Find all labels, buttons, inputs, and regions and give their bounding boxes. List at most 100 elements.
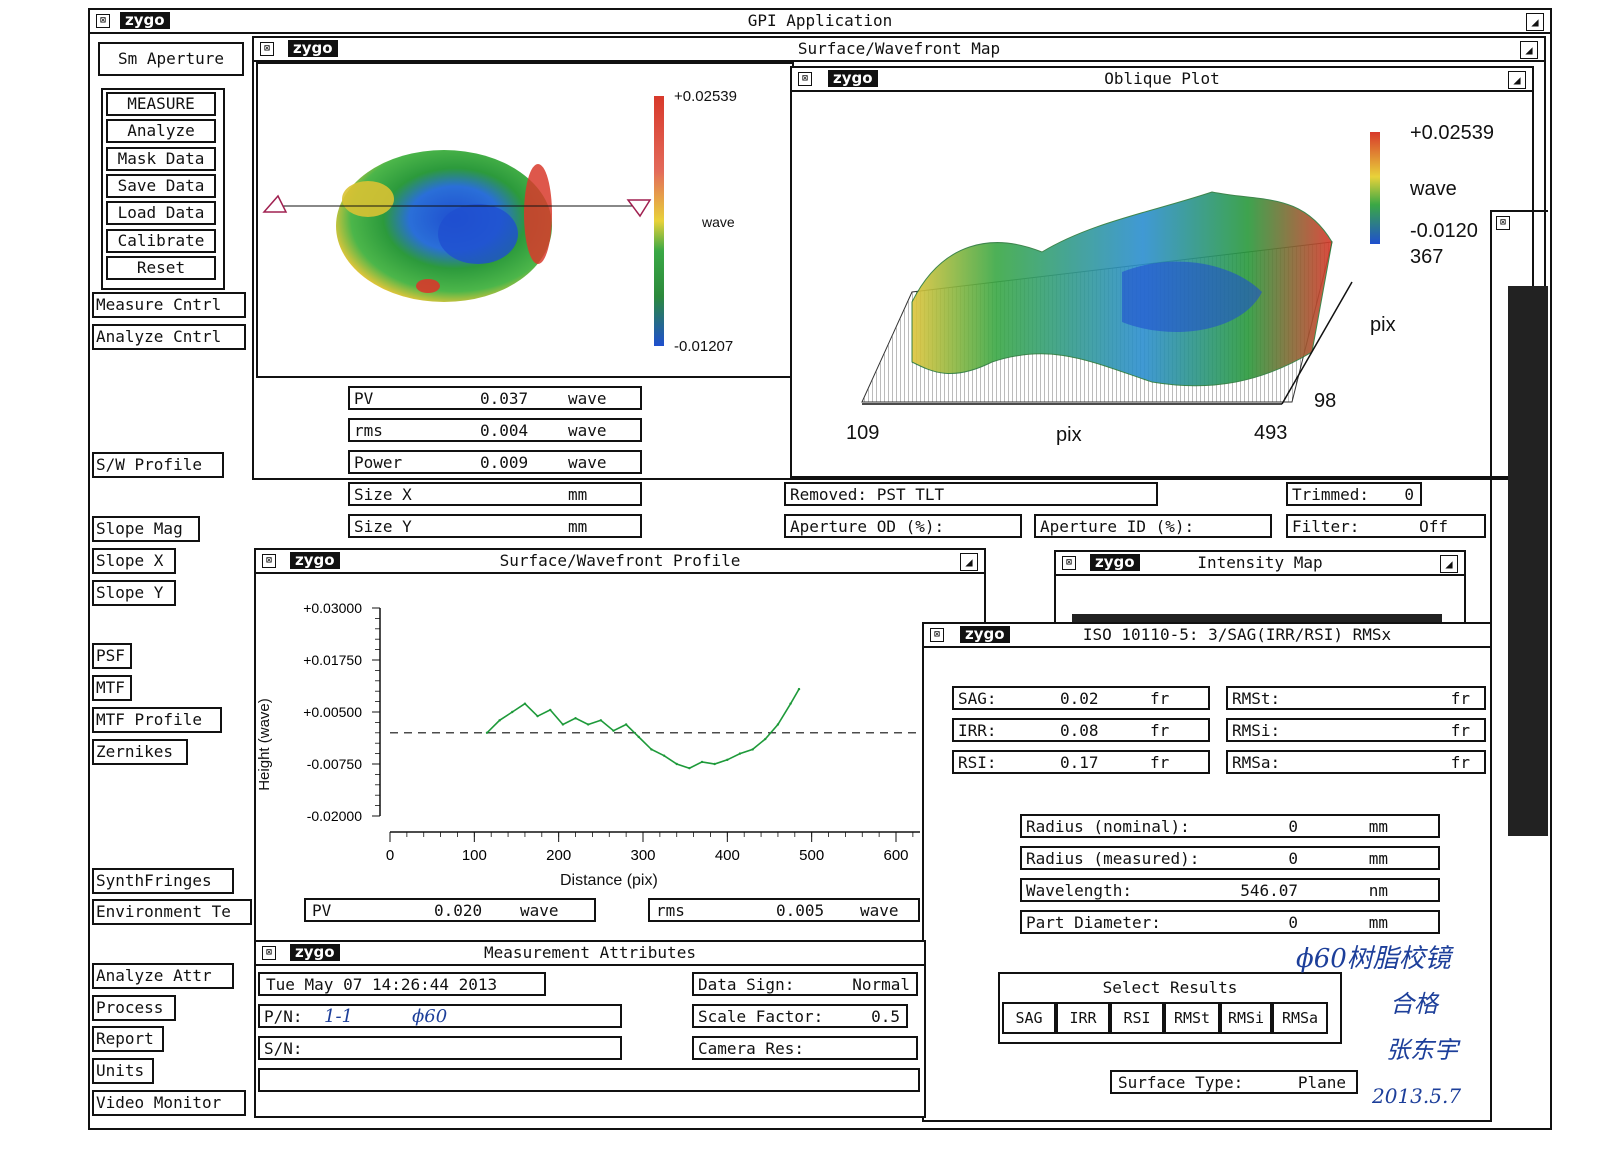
select-results-title: Select Results [1102, 978, 1238, 997]
intensity-title: Intensity Map [1197, 553, 1323, 572]
scale-factor-field: Scale Factor: 0.5 [692, 1004, 908, 1028]
result-unit: wave [568, 421, 607, 440]
pn-field[interactable]: P/N: 1-1 ϕ60 [258, 1004, 622, 1028]
trimmed-field: Trimmed: 0 [1286, 482, 1422, 506]
select-rmsa-button[interactable]: RMSa [1272, 1002, 1328, 1034]
report-button[interactable]: Report [92, 1026, 164, 1052]
window-resize-icon[interactable]: ◢ [960, 553, 978, 571]
aperture-id-field: Aperture ID (%): [1034, 514, 1272, 538]
iso-param-label: Radius (nominal): [1026, 817, 1190, 836]
intensity-titlebar: ⊠ zygo Intensity Map ◢ [1056, 552, 1464, 576]
result-value: 0.037 [480, 389, 529, 408]
iso-param-field: Wavelength: 546.07 nm [1020, 878, 1440, 902]
slope-mag-button[interactable]: Slope Mag [92, 516, 200, 542]
sidebar-button-mask-data[interactable]: Mask Data [106, 146, 216, 171]
iso-row-label: RMSa: [1232, 753, 1281, 772]
profile-series-line [486, 688, 800, 770]
oblique-plot-window: ⊠ zygo Oblique Plot ◢ +0.02539 wave -0.0… [790, 66, 1534, 478]
profile-titlebar: ⊠ zygo Surface/Wavefront Profile ◢ [256, 550, 984, 574]
window-menu-icon[interactable]: ⊠ [262, 554, 276, 568]
zygo-logo: zygo [828, 70, 878, 87]
window-menu-icon[interactable]: ⊠ [1062, 556, 1076, 570]
camera-res-field: Camera Res: [692, 1036, 918, 1060]
aperture-od-field: Aperture OD (%): [784, 514, 1022, 538]
filter-field: Filter: Off [1286, 514, 1486, 538]
psf-button[interactable]: PSF [92, 643, 132, 669]
profile-data-point [776, 723, 780, 726]
iso-row-unit: fr [1150, 753, 1170, 772]
window-menu-icon[interactable]: ⊠ [96, 14, 110, 28]
result-unit: wave [568, 389, 607, 408]
window-resize-icon[interactable]: ◢ [1508, 71, 1526, 89]
profile-data-point [637, 735, 640, 739]
select-irr-button[interactable]: IRR [1056, 1002, 1110, 1034]
window-menu-icon[interactable]: ⊠ [262, 946, 276, 960]
surface-type-field[interactable]: Surface Type: Plane [1110, 1070, 1358, 1094]
select-rsi-button[interactable]: RSI [1110, 1002, 1164, 1034]
environment-button[interactable]: Environment Te [92, 899, 252, 925]
profile-data-point [536, 714, 539, 718]
result-label: PV [354, 389, 374, 408]
sidebar-button-measure[interactable]: MEASURE [106, 92, 216, 116]
iso-param-value: 0 [1288, 849, 1298, 868]
sidebar-button-reset[interactable]: Reset [106, 255, 216, 280]
slope-y-button[interactable]: Slope Y [92, 580, 176, 606]
video-monitor-button[interactable]: Video Monitor [92, 1090, 246, 1116]
slope-x-button[interactable]: Slope X [92, 548, 176, 574]
sm-aperture-button[interactable]: Sm Aperture [98, 42, 244, 76]
iso-sag-field: SAG: 0.02 fr [952, 686, 1210, 710]
cut-end-marker-icon[interactable] [626, 199, 652, 218]
iso-param-field: Radius (measured): 0 mm [1020, 846, 1440, 870]
zernikes-button[interactable]: Zernikes [92, 739, 188, 765]
window-resize-icon[interactable]: ◢ [1526, 13, 1544, 31]
process-button[interactable]: Process [92, 995, 176, 1021]
profile-data-point [789, 702, 792, 705]
zygo-logo: zygo [290, 944, 340, 961]
select-rmst-button[interactable]: RMSt [1164, 1002, 1220, 1034]
units-button[interactable]: Units [92, 1058, 154, 1084]
zygo-logo: zygo [960, 626, 1010, 643]
profile-data-point [586, 723, 590, 726]
window-menu-icon[interactable]: ⊠ [798, 72, 812, 86]
handwritten-date: 2013.5.7 [1372, 1084, 1462, 1108]
window-menu-icon[interactable]: ⊠ [930, 628, 944, 642]
window-resize-icon[interactable]: ◢ [1440, 555, 1458, 573]
iso-row-label: RMSt: [1232, 689, 1281, 708]
select-sag-button[interactable]: SAG [1002, 1002, 1056, 1034]
profile-window: ⊠ zygo Surface/Wavefront Profile ◢ +0.03… [254, 548, 986, 942]
sn-field[interactable]: S/N: [258, 1036, 622, 1060]
iso-param-unit: mm [1368, 817, 1388, 836]
profile-x-tick-label: 100 [462, 847, 487, 864]
iso-titlebar: ⊠ zygo ISO 10110-5: 3/SAG(IRR/RSI) RMSx [924, 624, 1490, 648]
iso-row-label: SAG: [958, 689, 997, 708]
window-resize-icon[interactable]: ◢ [1520, 41, 1538, 59]
result-label: rms [354, 421, 383, 440]
sw-profile-button[interactable]: S/W Profile [92, 452, 224, 478]
comment-field[interactable] [258, 1068, 920, 1092]
oblique-scale-unit: wave [1410, 178, 1457, 200]
select-rmsi-button[interactable]: RMSi [1220, 1002, 1272, 1034]
mtf-profile-button[interactable]: MTF Profile [92, 707, 222, 733]
handwritten-part-note: ϕ60树脂校镜 [1296, 944, 1451, 974]
map-blue-core [438, 204, 518, 264]
sidebar-button-analyze[interactable]: Analyze [106, 119, 216, 144]
zygo-logo: zygo [1090, 554, 1140, 571]
profile-data-point [498, 719, 501, 722]
scale-min-label: -0.01207 [674, 338, 734, 355]
iso-row-unit: fr [1150, 721, 1170, 740]
sidebar-button-calibrate[interactable]: Calibrate [106, 228, 216, 253]
sidebar-button-load-data[interactable]: Load Data [106, 201, 216, 226]
attributes-titlebar: ⊠ zygo Measurement Attributes [256, 942, 924, 966]
synth-fringes-button[interactable]: SynthFringes [92, 868, 234, 894]
profile-x-tick-label: 0 [386, 847, 394, 864]
result-label: Size Y [354, 517, 412, 536]
measure-cntrl-button[interactable]: Measure Cntrl [92, 292, 246, 318]
sidebar-button-save-data[interactable]: Save Data [106, 173, 216, 198]
mtf-button[interactable]: MTF [92, 675, 132, 701]
oblique-scale-max: +0.02539 [1410, 122, 1494, 144]
analyze-attr-button[interactable]: Analyze Attr [92, 963, 234, 989]
window-menu-icon[interactable]: ⊠ [260, 42, 274, 56]
window-menu-icon[interactable]: ⊠ [1496, 216, 1510, 230]
cut-start-marker-icon[interactable] [262, 194, 288, 213]
analyze-cntrl-button[interactable]: Analyze Cntrl [92, 324, 246, 350]
